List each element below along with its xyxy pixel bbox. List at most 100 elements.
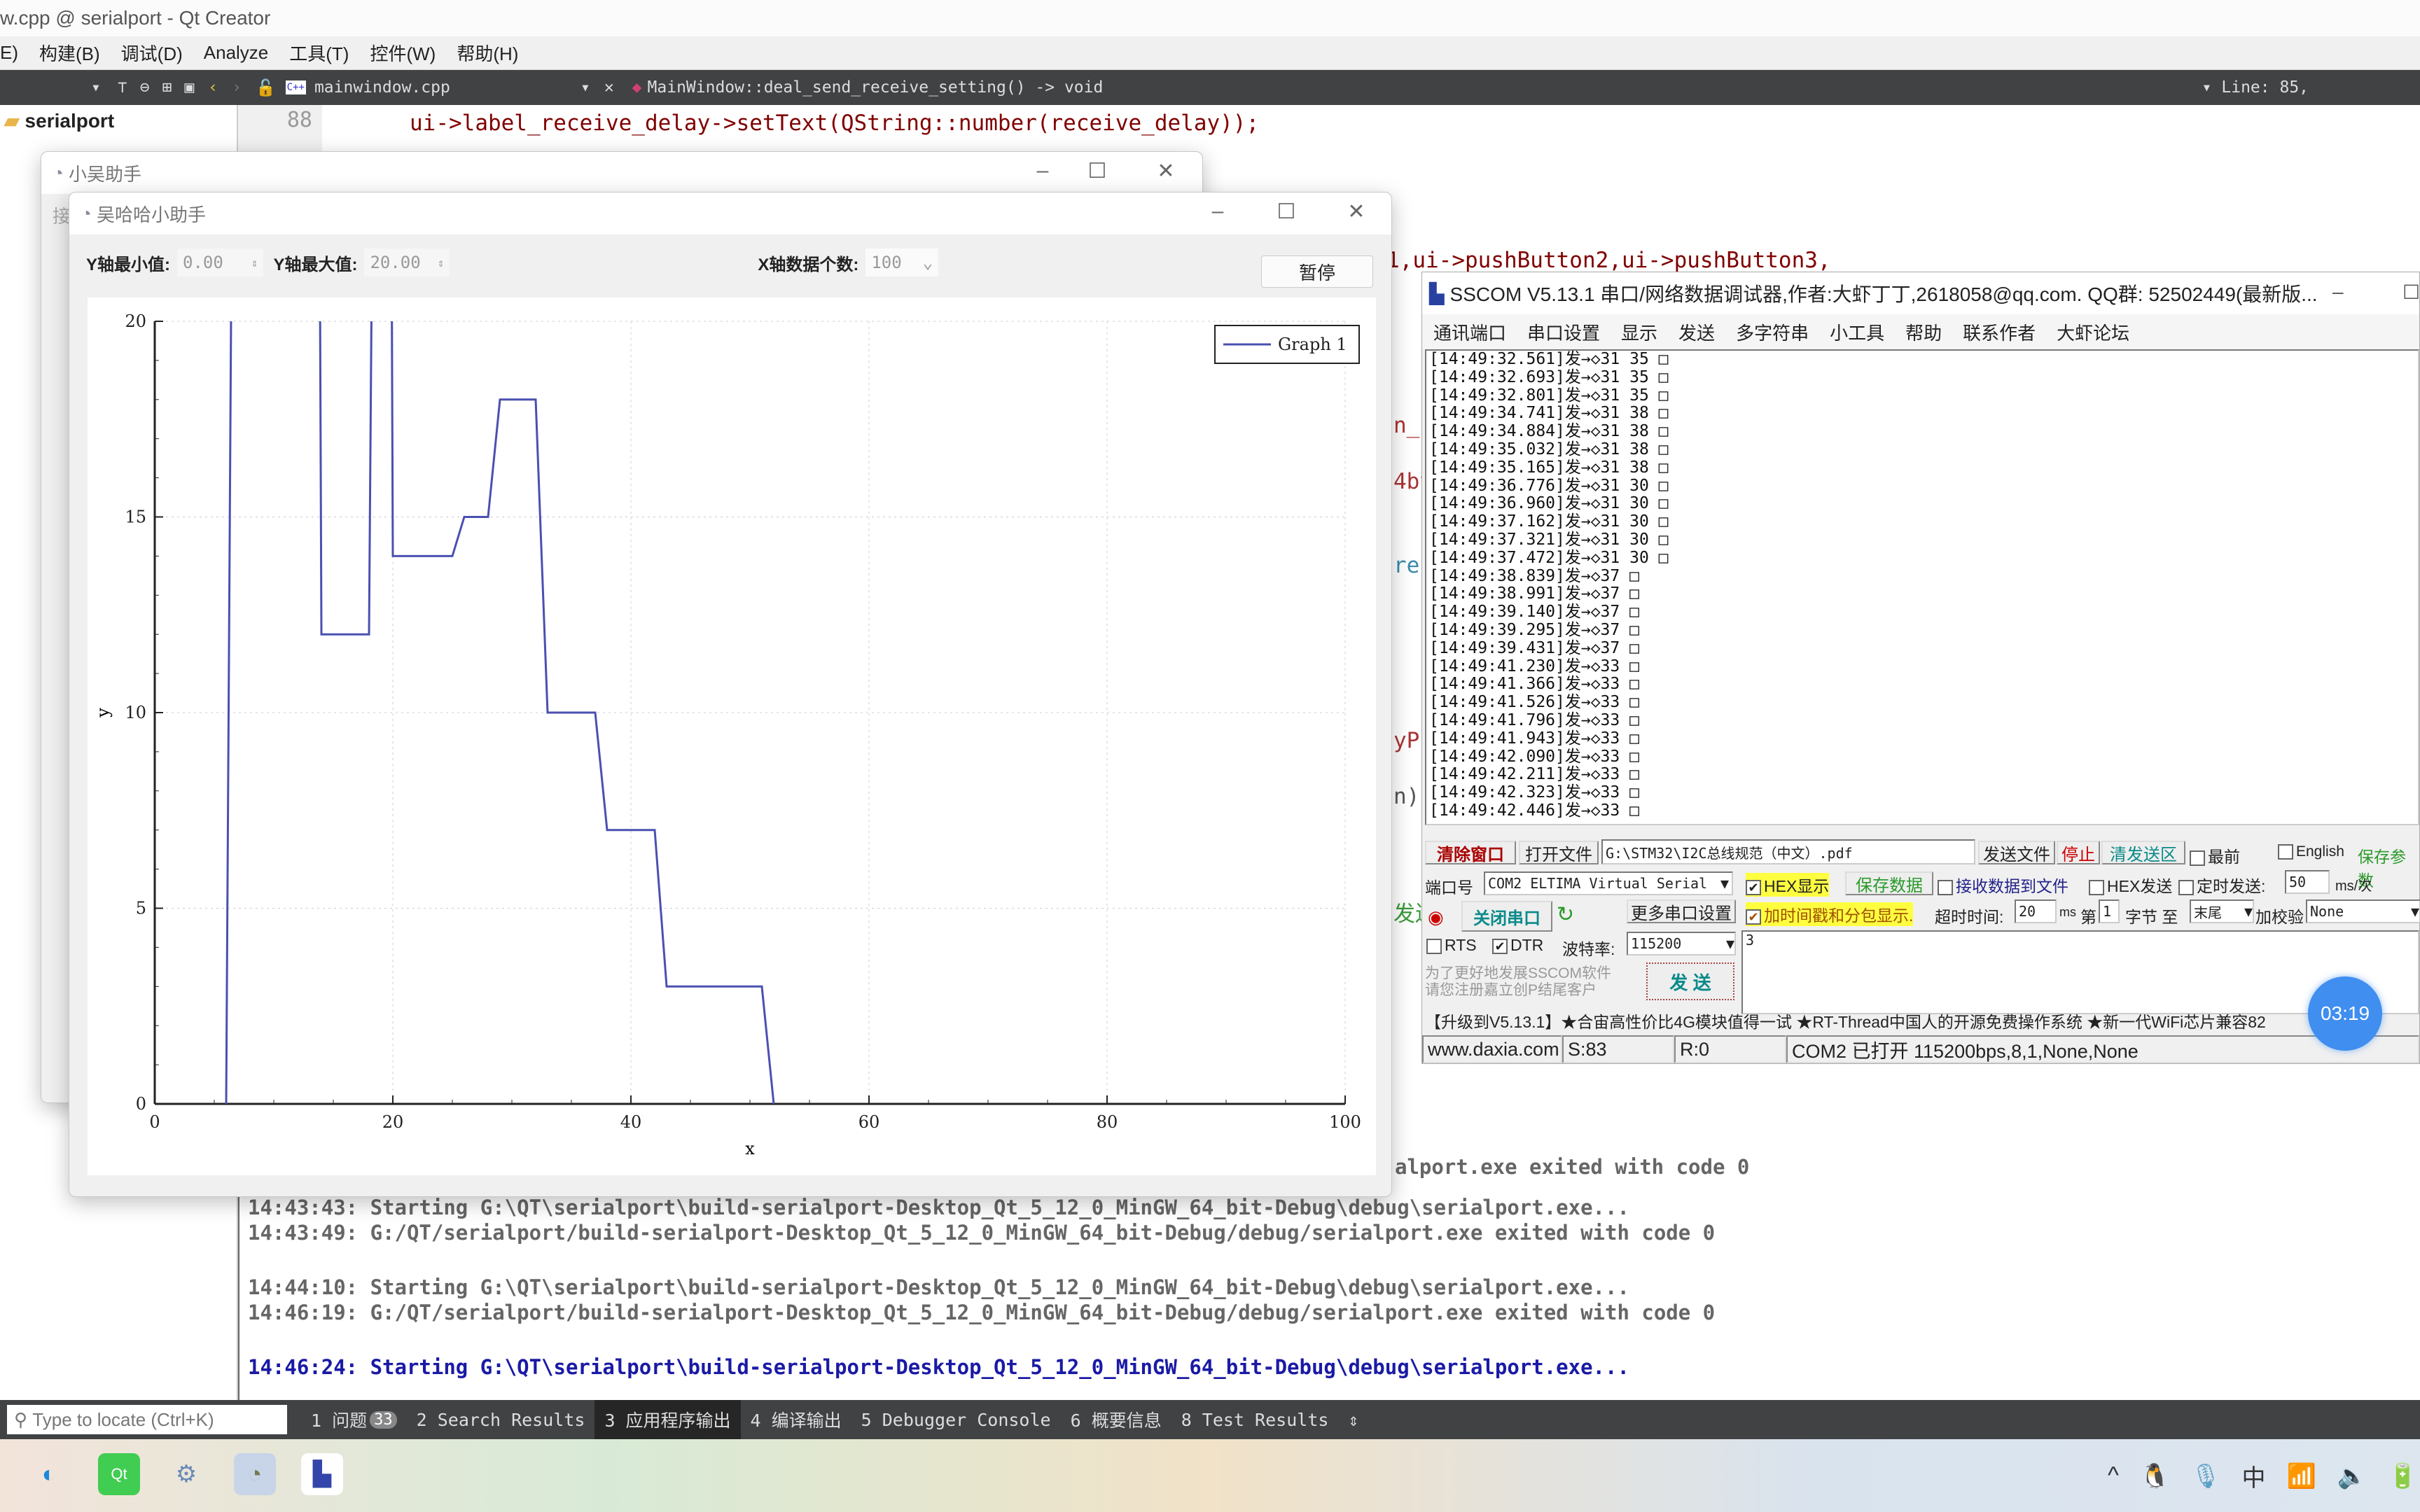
minimize-icon[interactable]: –: [1022, 159, 1064, 183]
clear-send-button[interactable]: 清发送区: [2101, 841, 2185, 864]
pause-button[interactable]: 暂停: [1261, 255, 1373, 288]
close-icon[interactable]: ✕: [1145, 159, 1187, 183]
edge-browser-icon[interactable]: ◐: [28, 1453, 70, 1495]
baud-select[interactable]: 115200 ▼: [1627, 932, 1736, 955]
close-icon[interactable]: ✕: [1335, 200, 1377, 224]
plot-area[interactable]: 0 20 40 60 80 100 0 5 10 15 20 x y Graph 1: [88, 298, 1376, 1175]
rts-checkbox[interactable]: RTS: [1426, 936, 1477, 955]
menu-tools[interactable]: 小工具: [1830, 319, 1884, 345]
chevron-up-icon[interactable]: ^: [2108, 1462, 2119, 1490]
interval-input[interactable]: 50: [2285, 870, 2330, 894]
minimize-icon[interactable]: –: [1197, 200, 1239, 223]
back-arrow-icon[interactable]: ‹: [208, 78, 218, 97]
refresh-icon[interactable]: ↻: [1557, 902, 1574, 927]
recv-to-file-checkbox[interactable]: 接收数据到文件: [1938, 873, 2068, 897]
port-select[interactable]: COM2 ELTIMA Virtual Serial ▼: [1484, 872, 1733, 895]
function-dropdown-icon[interactable]: ▾: [2202, 78, 2212, 97]
maximize-icon[interactable]: ☐: [2402, 281, 2420, 304]
y-max-spinbox[interactable]: 20.00 ⇕: [364, 248, 450, 276]
timestamp-checkbox[interactable]: ✔ 加时间戳和分包显示.: [1746, 902, 1914, 926]
tab-compile-output[interactable]: 4 编译输出: [741, 1400, 851, 1439]
send-button[interactable]: 发 送: [1646, 962, 1734, 1000]
topmost-checkbox[interactable]: 最前: [2190, 844, 2240, 867]
more-settings-button[interactable]: 更多串口设置: [1627, 899, 1736, 923]
menu-display[interactable]: 显示: [1621, 319, 1657, 345]
menu-forum[interactable]: 大虾论坛: [2057, 319, 2129, 345]
menu-debug[interactable]: 调试(D): [121, 40, 183, 66]
sscom-titlebar[interactable]: ▙ SSCOM V5.13.1 串口/网络数据调试器,作者:大虾丁丁,26180…: [1422, 272, 2420, 314]
minimize-icon[interactable]: –: [2332, 281, 2344, 303]
code-line-88[interactable]: ui->label_receive_delay->setText(QString…: [410, 111, 1259, 136]
send-file-button[interactable]: 发送文件: [1978, 841, 2055, 864]
ticker-text[interactable]: 【升级到V5.13.1】★合宙高性价比4G模块值得一试 ★RT-Thread中国…: [1425, 1009, 2419, 1032]
menu-help[interactable]: 帮助(H): [457, 40, 518, 66]
wifi-icon[interactable]: 📶: [2286, 1462, 2316, 1490]
tab-general-messages[interactable]: 6 概要信息: [1061, 1400, 1171, 1439]
split-icon[interactable]: ⊞: [162, 78, 172, 97]
timed-send-checkbox[interactable]: 定时发送:: [2178, 873, 2265, 897]
hex-send-checkbox[interactable]: HEX发送: [2089, 873, 2172, 897]
byte-end-select[interactable]: 末尾 ▼: [2190, 899, 2254, 923]
menu-contact[interactable]: 联系作者: [1963, 319, 2036, 345]
status-site[interactable]: www.daxia.com: [1422, 1035, 1562, 1063]
file-path-input[interactable]: G:\STM32\I2C总线规范（中文）.pdf: [1601, 839, 1975, 864]
timeout-input[interactable]: 20: [2015, 899, 2057, 923]
menu-comm-port[interactable]: 通讯端口: [1433, 319, 1506, 345]
locator-input[interactable]: ⚲ Type to locate (Ctrl+K): [7, 1405, 287, 1434]
maximize-icon[interactable]: ☐: [1076, 159, 1118, 183]
dtr-checkbox[interactable]: ✔ DTR: [1492, 936, 1543, 955]
hex-display-checkbox[interactable]: ✔ HEX显示: [1746, 873, 1830, 897]
collapse-icon[interactable]: ▣: [184, 78, 194, 97]
dropdown-icon[interactable]: ▾: [91, 78, 101, 97]
line-indicator[interactable]: Line: 85,: [2221, 78, 2309, 97]
assistant-app-icon[interactable]: ◔: [234, 1453, 276, 1495]
recording-timer[interactable]: 03:19: [2308, 976, 2382, 1051]
menu-tools[interactable]: 工具(T): [289, 40, 349, 66]
ime-indicator[interactable]: 中: [2241, 1459, 2265, 1493]
menu-analyze[interactable]: Analyze: [204, 42, 269, 64]
tab-test-results[interactable]: 8 Test Results: [1171, 1400, 1339, 1439]
close-file-icon[interactable]: ✕: [604, 78, 614, 97]
sscom-window[interactable]: ▙ SSCOM V5.13.1 串口/网络数据调试器,作者:大虾丁丁,26180…: [1421, 272, 2420, 1064]
tab-scroll-icon[interactable]: ⇕: [1338, 1400, 1368, 1439]
plot-window[interactable]: ◔ 吴哈哈小助手 – ☐ ✕ Y轴最小值: 0.00 ⇕ Y轴最大值: 20.00…: [69, 192, 1392, 1197]
menu-multi-string[interactable]: 多字符串: [1736, 319, 1809, 345]
receive-log[interactable]: [14:49:32.561]发→◇31 35 □ [14:49:32.693]发→…: [1425, 349, 2419, 825]
battery-icon[interactable]: 🔋: [2388, 1462, 2417, 1490]
tab-issues[interactable]: 1 问题 33: [301, 1400, 407, 1439]
qq-icon[interactable]: 🐧: [2140, 1462, 2169, 1490]
link-icon[interactable]: ⊖: [140, 78, 150, 97]
maximize-icon[interactable]: ☐: [1265, 200, 1307, 224]
x-count-select[interactable]: 100 ⌄: [865, 248, 939, 276]
clear-window-button[interactable]: 清除窗口: [1425, 841, 1516, 864]
file-dropdown-icon[interactable]: ▾: [580, 78, 590, 97]
network-tool-icon[interactable]: ⚙: [165, 1453, 207, 1495]
microphone-icon[interactable]: 🎙: [2190, 1462, 2220, 1490]
tab-debugger-console[interactable]: 5 Debugger Console: [851, 1400, 1061, 1439]
plot-window-titlebar[interactable]: ◔ 吴哈哈小助手: [69, 192, 1391, 234]
english-checkbox[interactable]: English: [2278, 844, 2344, 860]
function-select[interactable]: MainWindow::deal_send_receive_setting() …: [648, 78, 2202, 97]
project-root[interactable]: ▰ serialport: [0, 105, 237, 132]
close-port-button[interactable]: 关闭串口: [1461, 901, 1552, 932]
checksum-select[interactable]: None ▼: [2306, 899, 2420, 923]
volume-icon[interactable]: 🔈: [2337, 1462, 2367, 1490]
sscom-app-icon[interactable]: ▙: [301, 1453, 343, 1495]
menu-widgets[interactable]: 控件(W): [370, 40, 436, 66]
menu-edit[interactable]: E): [0, 42, 18, 64]
tab-application-output[interactable]: 3 应用程序输出: [594, 1400, 741, 1439]
menu-build[interactable]: 构建(B): [39, 40, 100, 66]
save-data-button[interactable]: 保存数据: [1845, 872, 1933, 895]
menu-send[interactable]: 发送: [1678, 319, 1715, 345]
open-file-button[interactable]: 打开文件: [1519, 841, 1599, 864]
stop-button[interactable]: 停止: [2057, 841, 2100, 864]
tab-search-results[interactable]: 2 Search Results: [407, 1400, 595, 1439]
open-file-select[interactable]: mainwindow.cpp: [314, 78, 580, 97]
byte-start-input[interactable]: 1: [2099, 899, 2120, 923]
menu-help[interactable]: 帮助: [1905, 319, 1942, 345]
qt-creator-icon[interactable]: Qt: [98, 1453, 140, 1495]
y-min-spinbox[interactable]: 0.00 ⇕: [177, 248, 264, 276]
filter-icon[interactable]: ⊤: [118, 78, 127, 97]
forward-arrow-icon[interactable]: ›: [232, 78, 242, 97]
menu-serial-settings[interactable]: 串口设置: [1527, 319, 1600, 345]
